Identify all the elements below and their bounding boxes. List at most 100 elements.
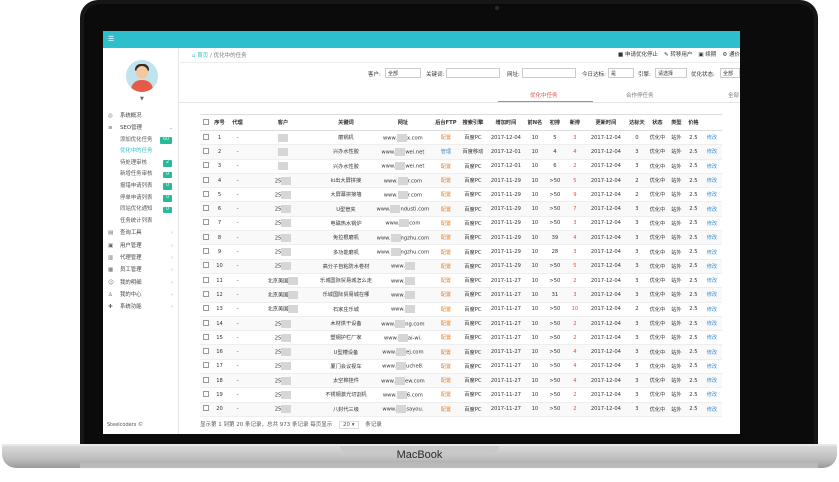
ftp-link[interactable]: 配置 xyxy=(432,230,459,246)
engine-select[interactable]: 请选择 xyxy=(655,68,687,78)
row-checkbox-cell[interactable] xyxy=(200,216,211,232)
sidebar-item-3[interactable]: 优化中的任务 xyxy=(103,146,178,158)
row-checkbox-cell[interactable] xyxy=(200,373,211,389)
sidebar-item-5[interactable]: 新增任务审核 0 xyxy=(103,169,178,181)
sidebar-item-8[interactable]: 同站优化通知 0 xyxy=(103,204,178,216)
ftp-link[interactable]: 配置 xyxy=(432,373,459,389)
edit-link[interactable]: 修改 xyxy=(701,373,722,389)
row-checkbox-cell[interactable] xyxy=(200,387,211,403)
row-checkbox[interactable] xyxy=(202,290,209,297)
row-checkbox-cell[interactable] xyxy=(200,302,211,317)
row-checkbox-cell[interactable] xyxy=(200,201,211,217)
avatar[interactable] xyxy=(126,60,158,92)
row-checkbox[interactable] xyxy=(202,362,209,369)
reached-select[interactable]: 是 xyxy=(608,68,634,78)
edit-link[interactable]: 修改 xyxy=(701,330,722,346)
edit-link[interactable]: 修改 xyxy=(701,187,722,203)
ftp-link[interactable]: 配置 xyxy=(432,173,459,189)
ftp-link[interactable]: 管理 xyxy=(432,144,459,160)
edit-link[interactable]: 修改 xyxy=(701,230,722,246)
row-checkbox[interactable] xyxy=(202,348,209,355)
row-checkbox[interactable] xyxy=(202,133,209,140)
row-checkbox[interactable] xyxy=(202,262,209,269)
keyword-input[interactable] xyxy=(446,68,500,78)
sidebar-item-0[interactable]: ◎ 系统概况 xyxy=(103,110,178,122)
row-checkbox-cell[interactable] xyxy=(200,230,211,246)
row-checkbox[interactable] xyxy=(202,333,209,340)
row-checkbox-cell[interactable] xyxy=(200,359,211,375)
row-checkbox-cell[interactable] xyxy=(200,402,211,417)
row-checkbox[interactable] xyxy=(202,376,209,383)
row-checkbox-cell[interactable] xyxy=(200,144,211,160)
edit-link[interactable]: 修改 xyxy=(701,359,722,375)
row-checkbox[interactable] xyxy=(202,276,209,283)
url-input[interactable] xyxy=(522,68,576,78)
sidebar-item-1[interactable]: ≡ SEO管理 ⌄ xyxy=(103,122,178,134)
ftp-link[interactable]: 配置 xyxy=(432,201,459,217)
ftp-link[interactable]: 配置 xyxy=(432,287,459,303)
edit-link[interactable]: 修改 xyxy=(701,402,722,417)
sidebar-item-4[interactable]: 待处理审核 2 xyxy=(103,158,178,170)
row-checkbox[interactable] xyxy=(202,162,209,169)
sidebar-item-7[interactable]: 停单申请列表 0 xyxy=(103,193,178,205)
row-checkbox[interactable] xyxy=(202,147,209,154)
ftp-link[interactable]: 配置 xyxy=(432,359,459,375)
top-action-button-3[interactable]: ⚙ 通价 xyxy=(722,50,740,58)
edit-link[interactable]: 修改 xyxy=(701,216,722,232)
row-checkbox[interactable] xyxy=(202,190,209,197)
row-checkbox-cell[interactable] xyxy=(200,330,211,346)
top-action-button-0[interactable]: ■ 申请优化停止 xyxy=(618,50,658,58)
edit-link[interactable]: 修改 xyxy=(701,273,722,289)
select-all-checkbox[interactable] xyxy=(202,118,209,125)
status-select[interactable]: 全部 xyxy=(720,68,740,78)
sidebar-item-13[interactable]: ▦ 员工管理 › xyxy=(103,264,178,276)
row-checkbox-cell[interactable] xyxy=(200,287,211,303)
row-checkbox[interactable] xyxy=(202,205,209,212)
customer-select[interactable]: 全部 xyxy=(385,68,421,78)
sidebar-item-14[interactable]: ☺ 我的明细 › xyxy=(103,277,178,289)
ftp-link[interactable]: 配置 xyxy=(432,316,459,332)
page-size-select[interactable]: 20 ▾ xyxy=(339,421,359,429)
edit-link[interactable]: 修改 xyxy=(701,302,722,317)
top-action-button-1[interactable]: ✎ 转移用户 xyxy=(664,50,692,58)
row-checkbox[interactable] xyxy=(202,233,209,240)
edit-link[interactable]: 修改 xyxy=(701,344,722,360)
row-checkbox-cell[interactable] xyxy=(200,130,211,146)
sidebar-item-6[interactable]: 报错申请列表 0 xyxy=(103,181,178,193)
row-checkbox[interactable] xyxy=(202,319,209,326)
ftp-link[interactable]: 配置 xyxy=(432,130,459,146)
edit-link[interactable]: 修改 xyxy=(701,387,722,403)
tab-paused[interactable]: 合作停任务 xyxy=(626,91,654,99)
ftp-link[interactable]: 配置 xyxy=(432,273,459,289)
edit-link[interactable]: 修改 xyxy=(701,259,722,274)
sidebar-item-2[interactable]: 添加优化任务 60 xyxy=(103,135,178,147)
ftp-link[interactable]: 配置 xyxy=(432,302,459,317)
sidebar-item-12[interactable]: ▥ 代理管理 › xyxy=(103,252,178,264)
sidebar-item-10[interactable]: ▤ 查询工具 › xyxy=(103,227,178,239)
sidebar-item-16[interactable]: ✚ 系统功能 › xyxy=(103,301,178,313)
row-checkbox[interactable] xyxy=(202,405,209,412)
edit-link[interactable]: 修改 xyxy=(701,130,722,146)
ftp-link[interactable]: 配置 xyxy=(432,344,459,360)
row-checkbox-cell[interactable] xyxy=(200,173,211,189)
ftp-link[interactable]: 配置 xyxy=(432,330,459,346)
column-header[interactable] xyxy=(200,114,211,131)
ftp-link[interactable]: 配置 xyxy=(432,187,459,203)
ftp-link[interactable]: 配置 xyxy=(432,259,459,274)
row-checkbox-cell[interactable] xyxy=(200,159,211,174)
ftp-link[interactable]: 配置 xyxy=(432,387,459,403)
edit-link[interactable]: 修改 xyxy=(701,159,722,174)
ftp-link[interactable]: 配置 xyxy=(432,216,459,232)
tab-optimizing[interactable]: 优化中任务 xyxy=(530,91,558,99)
tab-all[interactable]: 全部 xyxy=(728,91,739,99)
edit-link[interactable]: 修改 xyxy=(701,287,722,303)
row-checkbox-cell[interactable] xyxy=(200,344,211,360)
sidebar-item-11[interactable]: ▣ 用户管理 › xyxy=(103,240,178,252)
sidebar-item-9[interactable]: 任务统计列表 xyxy=(103,216,178,228)
row-checkbox[interactable] xyxy=(202,390,209,397)
edit-link[interactable]: 修改 xyxy=(701,173,722,189)
breadcrumb-home[interactable]: 首页 xyxy=(197,53,208,59)
edit-link[interactable]: 修改 xyxy=(701,144,722,160)
edit-link[interactable]: 修改 xyxy=(701,244,722,260)
row-checkbox-cell[interactable] xyxy=(200,273,211,289)
